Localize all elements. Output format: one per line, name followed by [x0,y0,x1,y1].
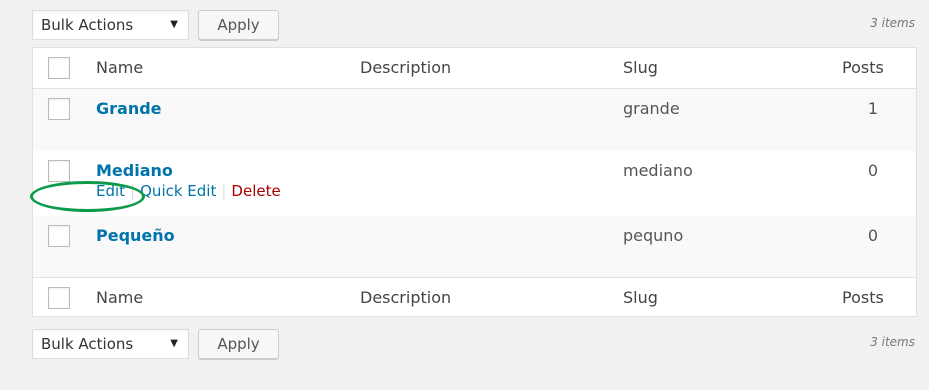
quick-edit-link[interactable]: Quick Edit [140,182,216,200]
tablenav-top: Bulk Actions ▼ Apply 3 items [32,10,917,42]
table-footer: Name Description Slug Posts [33,277,916,317]
column-footer-name[interactable]: Name [96,288,143,307]
term-slug: pequno [623,226,684,245]
select-all-checkbox[interactable] [48,287,70,309]
bulk-actions-select[interactable]: Bulk Actions ▼ [32,10,189,40]
term-name-link[interactable]: Grande [96,99,162,118]
table-row: Mediano Edit | Quick Edit | Delete mediano 0 [33,151,916,216]
caret-down-icon: ▼ [170,19,178,30]
term-slug: grande [623,99,680,118]
term-name-link[interactable]: Pequeño [96,226,175,245]
column-header-name[interactable]: Name [96,58,143,77]
item-count: 3 items [870,335,915,349]
table-header: Name Description Slug Posts [33,48,916,89]
row-checkbox[interactable] [48,98,70,120]
apply-button[interactable]: Apply [198,329,279,359]
term-name-link[interactable]: Mediano [96,161,173,180]
term-post-count[interactable]: 0 [853,161,893,180]
table-row: Pequeño pequno 0 [33,216,916,277]
column-footer-slug[interactable]: Slug [623,288,658,307]
action-separator: | [221,182,227,200]
column-footer-description[interactable]: Description [360,288,451,307]
select-all-checkbox[interactable] [48,57,70,79]
bulk-actions-label: Bulk Actions [41,16,134,34]
tablenav-bottom: Bulk Actions ▼ Apply 3 items [32,329,917,361]
row-checkbox[interactable] [48,225,70,247]
column-header-posts[interactable]: Posts [842,58,884,77]
column-header-slug[interactable]: Slug [623,58,658,77]
bulk-actions-label: Bulk Actions [41,335,134,353]
term-post-count[interactable]: 1 [853,99,893,118]
row-checkbox[interactable] [48,160,70,182]
table-row: Grande grande 1 [33,89,916,151]
bulk-actions-select[interactable]: Bulk Actions ▼ [32,329,189,359]
caret-down-icon: ▼ [170,338,178,349]
highlight-ellipse [30,181,145,212]
item-count: 3 items [870,16,915,30]
terms-table: Name Description Slug Posts Grande grand… [32,47,917,317]
term-slug: mediano [623,161,693,180]
column-header-description[interactable]: Description [360,58,451,77]
apply-button[interactable]: Apply [198,10,279,40]
term-post-count[interactable]: 0 [853,226,893,245]
delete-link[interactable]: Delete [231,182,280,200]
column-footer-posts[interactable]: Posts [842,288,884,307]
